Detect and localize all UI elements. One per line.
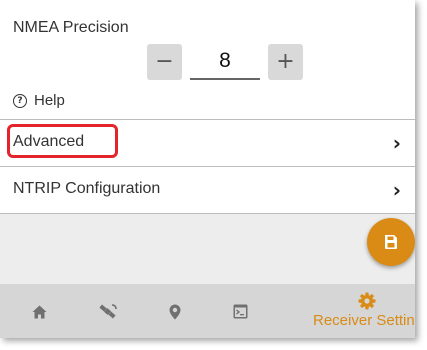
app-window: NMEA Precision − 8 + ? Help Advanced › N… [0,0,415,338]
satellite-icon [99,304,117,319]
bottom-navigation-bar: Receiver Settings [0,284,415,338]
help-icon: ? [13,93,27,108]
nav-item-home[interactable] [20,284,70,338]
gear-icon [358,292,376,310]
decrease-precision-button[interactable]: − [147,44,182,80]
location-pin-icon [169,304,181,320]
precision-value-field[interactable]: 8 [190,44,260,80]
nav-item-receiver-settings[interactable] [305,284,415,338]
help-label: Help [34,92,65,109]
chevron-right-icon: › [392,131,401,155]
help-link[interactable]: ? Help [13,92,65,109]
home-icon [32,305,47,319]
nav-item-terminal[interactable] [220,284,270,338]
highlight-annotation [7,124,118,158]
menu-row-ntrip-configuration[interactable]: NTRIP Configuration › [0,166,415,214]
save-icon [385,235,397,249]
nav-label-receiver-settings: Receiver Settings [313,312,415,329]
content-background [0,214,415,284]
nmea-precision-label: NMEA Precision [13,19,129,36]
chevron-right-icon: › [392,178,401,202]
nav-item-location[interactable] [155,284,205,338]
nav-item-satellite[interactable] [86,284,136,338]
nmea-settings-panel: NMEA Precision − 8 + ? Help [0,0,415,116]
save-button[interactable] [367,218,415,266]
terminal-icon [233,304,248,319]
menu-row-label: NTRIP Configuration [13,180,161,197]
increase-precision-button[interactable]: + [268,44,303,80]
